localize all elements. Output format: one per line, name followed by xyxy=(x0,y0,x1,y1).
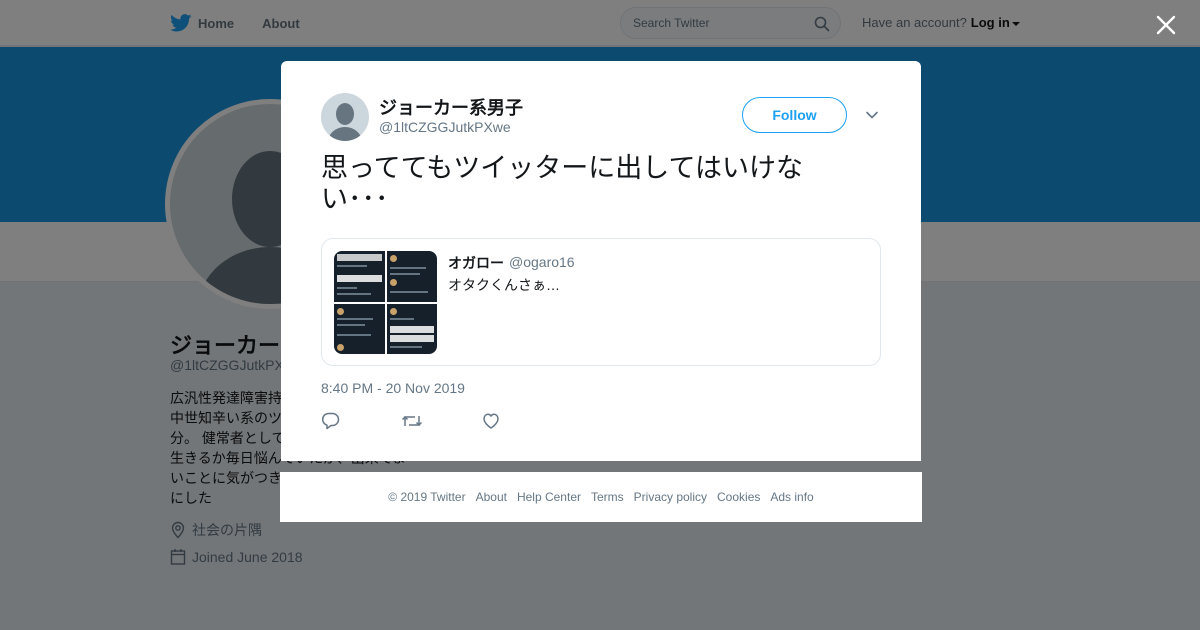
retweet-button[interactable] xyxy=(401,411,481,431)
tweet-modal: ジョーカー系男子 @1ltCZGGJutkPXwe Follow 思っててもツイ… xyxy=(281,61,921,461)
quoted-tweet[interactable]: オガロー @ogaro16 オタクくんさぁ… xyxy=(321,238,881,366)
media-thumbnail xyxy=(334,303,385,354)
tweet-display-name[interactable]: ジョーカー系男子 xyxy=(379,94,523,120)
tweet-timestamp[interactable]: 8:40 PM - 20 Nov 2019 xyxy=(321,380,465,396)
footer-link-privacy[interactable]: Privacy policy xyxy=(634,490,707,504)
quote-text: オタクくんさぁ… xyxy=(448,277,560,293)
reply-icon xyxy=(321,412,340,430)
like-button[interactable] xyxy=(481,411,561,431)
media-thumbnail xyxy=(386,303,437,354)
tweet-actions xyxy=(321,411,561,431)
footer-link-cookies[interactable]: Cookies xyxy=(717,490,760,504)
footer-link-about[interactable]: About xyxy=(476,490,507,504)
quote-author-name: オガロー xyxy=(448,255,504,271)
reply-button[interactable] xyxy=(321,411,401,431)
media-thumbnail xyxy=(386,251,437,302)
footer-copyright: © 2019 Twitter xyxy=(388,490,466,504)
modal-footer: © 2019 Twitter About Help Center Terms P… xyxy=(280,472,922,522)
chevron-down-icon[interactable] xyxy=(864,107,880,123)
retweet-icon xyxy=(401,415,423,427)
quote-media[interactable] xyxy=(334,251,437,354)
avatar[interactable] xyxy=(321,93,369,141)
like-icon xyxy=(483,413,499,429)
default-avatar-icon xyxy=(328,103,362,141)
footer-link-help-center[interactable]: Help Center xyxy=(517,490,581,504)
close-icon[interactable] xyxy=(1153,12,1179,38)
tweet-screen-name[interactable]: @1ltCZGGJutkPXwe xyxy=(379,119,511,135)
footer-link-terms[interactable]: Terms xyxy=(591,490,624,504)
media-thumbnail xyxy=(334,251,385,302)
quote-author-handle: @ogaro16 xyxy=(509,254,575,270)
tweet-text: 思っててもツイッターに出してはいけない･･･ xyxy=(321,153,803,214)
follow-button[interactable]: Follow xyxy=(742,97,847,133)
footer-link-ads-info[interactable]: Ads info xyxy=(770,490,813,504)
